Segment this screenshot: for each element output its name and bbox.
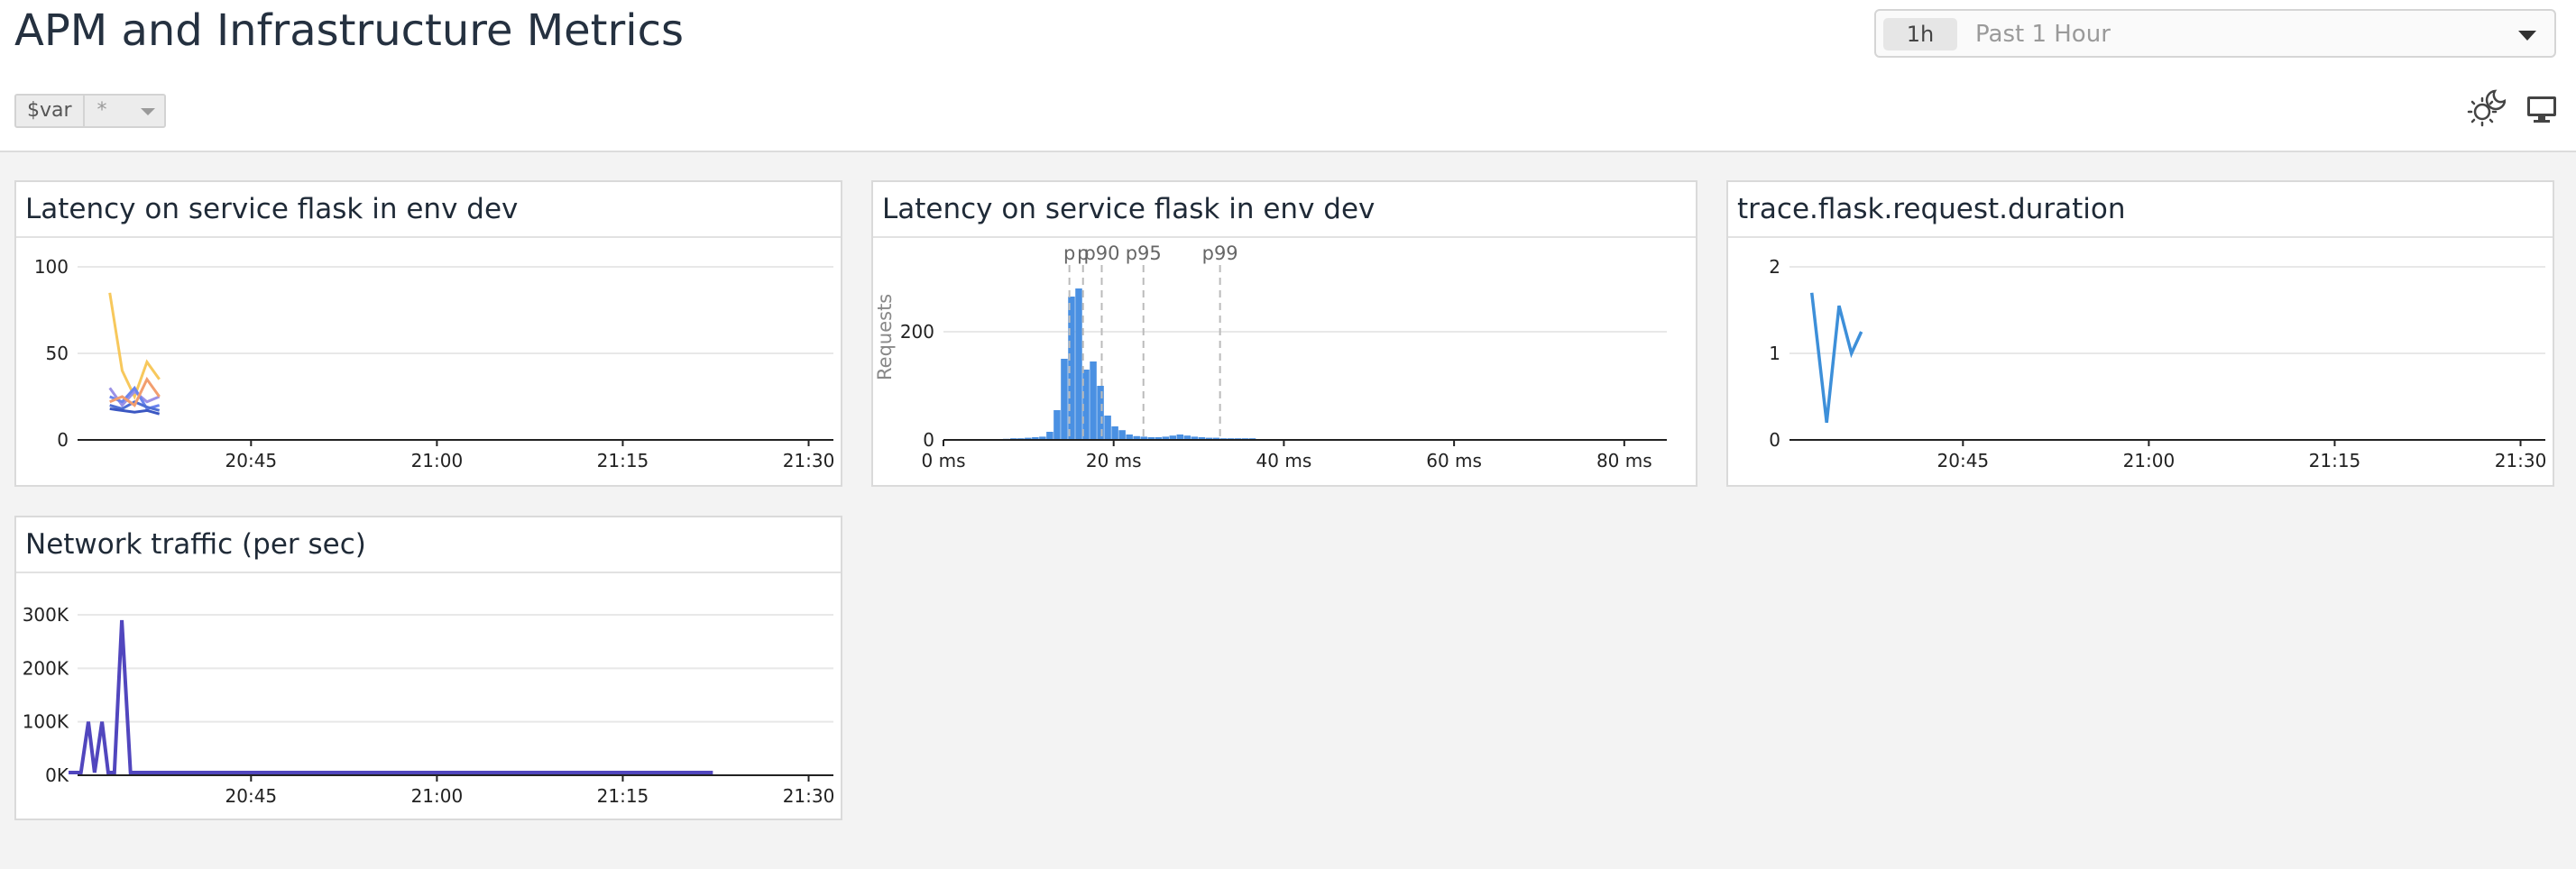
x-tick-label: 40 ms [1256, 450, 1312, 471]
widget-title: Latency on service flask in env dev [25, 193, 519, 225]
series-line [1809, 292, 1863, 423]
series-line [108, 292, 161, 400]
y-tick-label: 300K [23, 604, 69, 626]
x-tick-label: 21:15 [2309, 450, 2361, 471]
y-tick-label: 200 [900, 321, 934, 343]
histogram-bar [1053, 410, 1061, 440]
x-tick-label: 20:45 [1937, 450, 1990, 471]
y-tick-label: 50 [46, 343, 69, 364]
percentile-label: p95 [1126, 242, 1162, 264]
histogram-bar [1046, 432, 1053, 440]
y-tick-label: 0 [923, 429, 934, 451]
x-tick-label: 20 ms [1086, 450, 1142, 471]
network-traffic-chart: 300K 200K 100K 0K 20:45 21:00 21:15 21:30 [23, 604, 835, 807]
x-tick-label: 21:15 [597, 450, 649, 471]
tv-mode-icon[interactable] [2525, 94, 2558, 124]
x-tick-label: 21:30 [783, 450, 835, 471]
x-tick-label: 20:45 [225, 450, 278, 471]
template-variable-name: $var [16, 96, 85, 126]
template-variable-selector[interactable]: $var * [14, 94, 166, 128]
y-tick-label: 100K [23, 711, 69, 733]
chevron-down-icon[interactable] [140, 108, 155, 115]
widget-header: Network traffic (per sec) [16, 517, 841, 573]
time-range-picker[interactable]: 1h Past 1 Hour [1874, 9, 2556, 58]
x-tick-label: 21:00 [2123, 450, 2176, 471]
x-tick-label: 20:45 [225, 785, 278, 807]
template-variable-value-text: * [97, 99, 107, 122]
x-tick-label: 21:30 [783, 785, 835, 807]
x-tick-label: 21:15 [597, 785, 649, 807]
y-tick-label: 1 [1769, 343, 1780, 364]
trace-duration-chart: 2 1 0 20:45 21:00 21:15 21:30 [1769, 256, 2547, 471]
theme-toggle-icon[interactable] [2466, 88, 2506, 128]
y-tick-label: 0 [57, 429, 69, 451]
page-title: APM and Infrastructure Metrics [14, 5, 684, 56]
series-line [69, 619, 713, 775]
widget-title: Network traffic (per sec) [25, 528, 366, 561]
chevron-down-icon[interactable] [2518, 31, 2536, 41]
widget-title: trace.flask.request.duration [1737, 193, 2126, 225]
histogram-bar [1061, 359, 1068, 440]
widget-header: Latency on service flask in env dev [873, 182, 1696, 238]
percentile-label: p99 [1202, 242, 1238, 264]
time-range-badge: 1h [1883, 18, 1957, 50]
x-tick-label: 21:00 [411, 785, 464, 807]
time-range-label: Past 1 Hour [1975, 21, 2111, 48]
histogram-bar [1090, 361, 1097, 440]
template-variable-value[interactable]: * [85, 96, 164, 126]
x-tick-label: 21:00 [411, 450, 464, 471]
x-tick-label: 21:30 [2495, 450, 2547, 471]
y-tick-label: 200K [23, 657, 69, 679]
latency-timeseries-widget: Latency on service flask in env dev 100 5… [14, 180, 842, 487]
latency-distribution-widget: Latency on service flask in env dev 200 0… [871, 180, 1697, 487]
y-tick-label: 100 [34, 256, 69, 278]
latency-distribution-chart: 2000Requestsp pp90 p95 p990 ms 20 ms 40 ms 60 … [874, 242, 1667, 471]
histogram-bar [1111, 426, 1118, 440]
histogram-bar [1118, 430, 1126, 440]
y-axis-label: Requests [874, 294, 896, 380]
widget-header: Latency on service flask in env dev [16, 182, 841, 238]
widget-header: trace.flask.request.duration [1728, 182, 2553, 238]
histogram-bar [1104, 416, 1111, 440]
x-tick-label: 60 ms [1426, 450, 1482, 471]
dashboard-header: APM and Infrastructure Metrics 1h Past 1… [0, 0, 2576, 152]
network-traffic-widget: Network traffic (per sec) 300K 200K 100K 0K… [14, 516, 842, 820]
percentile-label: p90 [1083, 242, 1119, 264]
y-tick-label: 0K [45, 764, 69, 786]
x-tick-label: 0 ms [922, 450, 966, 471]
widget-title: Latency on service flask in env dev [882, 193, 1375, 225]
trace-duration-widget: trace.flask.request.duration 2 1 0 20:45 21:… [1726, 180, 2554, 487]
y-tick-label: 2 [1769, 256, 1780, 278]
latency-timeseries-chart: 100 50 0 20:45 21:00 21:15 21:30 [34, 256, 835, 471]
x-tick-label: 80 ms [1596, 450, 1652, 471]
percentile-label: p [1063, 242, 1075, 264]
histogram-bar [1075, 288, 1082, 440]
y-tick-label: 0 [1769, 429, 1780, 451]
histogram-bar [1097, 386, 1104, 440]
